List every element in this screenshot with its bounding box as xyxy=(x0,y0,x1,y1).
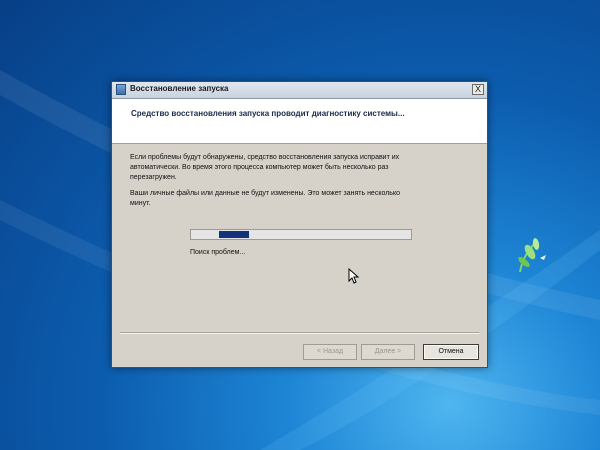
button-divider xyxy=(120,332,479,334)
mouse-cursor-icon xyxy=(348,268,360,284)
window-title: Восстановление запуска xyxy=(130,84,229,93)
info-paragraph-2: Ваши личные файлы или данные не будут из… xyxy=(130,190,400,207)
info-paragraph-1: Если проблемы будут обнаружены, средство… xyxy=(130,154,400,181)
windows-logo-leaves-icon xyxy=(518,238,546,273)
back-button[interactable]: < Назад xyxy=(303,344,357,360)
app-icon xyxy=(116,84,126,95)
header-text: Средство восстановления запуска проводит… xyxy=(131,109,405,118)
dialog-content: Если проблемы будут обнаружены, средство… xyxy=(112,144,487,367)
dialog-header: Средство восстановления запуска проводит… xyxy=(112,99,487,144)
title-bar[interactable]: Восстановление запуска X xyxy=(112,82,487,99)
next-button[interactable]: Далее > xyxy=(361,344,415,360)
close-button[interactable]: X xyxy=(472,84,484,95)
progress-bar xyxy=(190,229,412,240)
progress-marquee xyxy=(219,231,249,238)
cancel-button[interactable]: Отмена xyxy=(423,344,479,360)
status-text: Поиск проблем... xyxy=(190,249,246,256)
startup-repair-dialog: Восстановление запуска X Средство восста… xyxy=(111,81,488,368)
